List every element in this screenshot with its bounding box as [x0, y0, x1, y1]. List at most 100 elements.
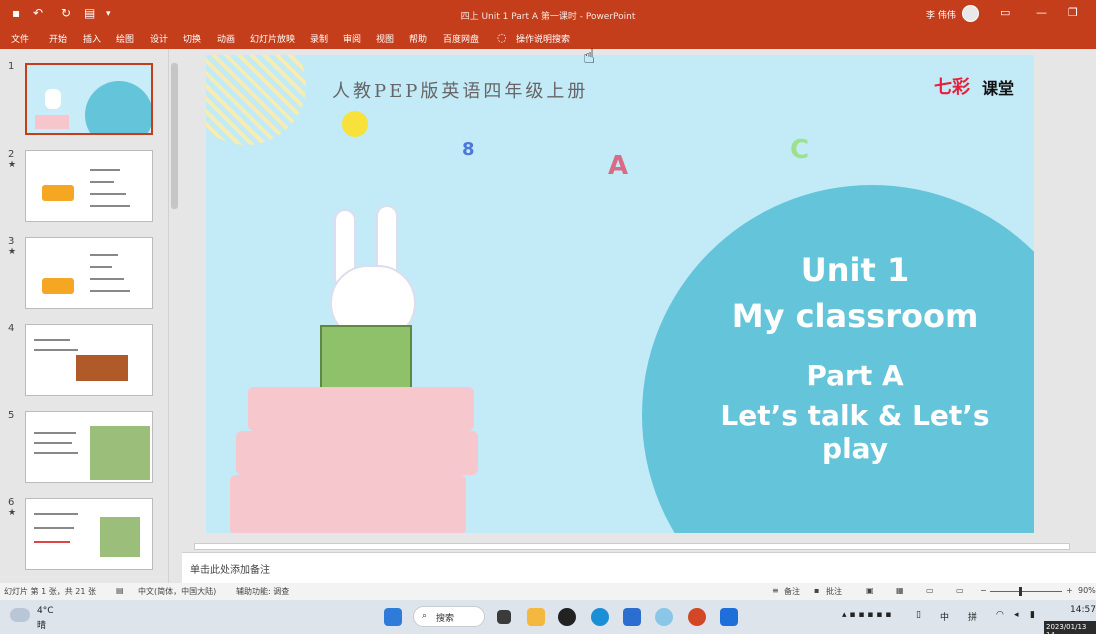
tab-baidu-netdisk[interactable]: 百度网盘 [443, 32, 479, 45]
tab-file[interactable]: 文件 [11, 32, 29, 45]
slide-thumbnail[interactable] [25, 63, 153, 135]
reading-view-icon[interactable]: ▭ [926, 586, 934, 595]
file-explorer-icon[interactable] [527, 608, 545, 626]
letter-b-decoration: 8 [462, 139, 475, 160]
comments-icon[interactable]: ▪ [814, 586, 819, 595]
wifi-icon[interactable]: ◠ [996, 610, 1004, 620]
tab-help[interactable]: 帮助 [409, 32, 427, 45]
thumbnail-scrollbar[interactable] [168, 49, 179, 583]
dell-icon[interactable] [558, 608, 576, 626]
slide-thumbnail[interactable] [25, 498, 153, 570]
sun-icon [342, 111, 368, 137]
slide-number: 1 [8, 61, 15, 72]
slide-number: 4 [8, 323, 15, 334]
brand-logo-text: 课堂 [982, 79, 1015, 98]
minimize-icon[interactable]: — [1036, 6, 1047, 19]
zoom-slider[interactable] [990, 591, 1062, 592]
animation-star: ★ [8, 508, 17, 518]
notes-toggle-button[interactable]: 备注 [784, 586, 800, 597]
search-label: 搜索 [436, 614, 455, 624]
zoom-slider-thumb[interactable] [1019, 587, 1022, 596]
mic-icon[interactable]: ▯ [916, 610, 921, 620]
tray-icons[interactable]: ▴ ▪ ▪ ▪ ▪ ▪ [842, 610, 891, 620]
powerpoint-icon[interactable] [688, 608, 706, 626]
title-bar: ▪ ↶ ↻ ▤ ▾ 四上 Unit 1 Part A 第一课时 - PowerP… [0, 0, 1096, 29]
tab-review[interactable]: 审阅 [343, 32, 361, 45]
ribbon-display-icon[interactable]: ▭ [1000, 6, 1010, 19]
slide-horizontal-scrollbar[interactable] [182, 540, 1072, 552]
zoom-out-icon[interactable]: − [980, 586, 987, 595]
notes-toggle-icon[interactable]: ≡ [772, 586, 779, 595]
slideshow-view-icon[interactable]: ▭ [956, 586, 964, 595]
slide-canvas[interactable]: 人教PEP版英语四年级上册 七彩 课堂 8 A C Unit 1 My clas… [206, 55, 1034, 533]
taskbar-search[interactable]: ⌕ 搜索 [413, 606, 485, 627]
task-view-icon[interactable] [497, 610, 511, 624]
animation-star: ★ [8, 160, 17, 170]
lesson-title: My classroom [731, 297, 979, 335]
status-bar: 幻灯片 第 1 张，共 21 张 ▤ 中文(简体，中国大陆) 辅助功能: 调查 … [0, 583, 1096, 600]
tab-record[interactable]: 录制 [310, 32, 328, 45]
brand-logo: 七彩 [934, 77, 970, 98]
letter-c-decoration: C [790, 135, 810, 165]
tab-design[interactable]: 设计 [150, 32, 168, 45]
zoom-level[interactable]: 90% [1078, 586, 1096, 595]
user-name[interactable]: 李 伟伟 [926, 8, 956, 21]
slide-thumbnail[interactable] [25, 411, 153, 483]
edge-icon[interactable] [591, 608, 609, 626]
slide-number: 3 [8, 236, 15, 247]
restore-icon[interactable]: ❐ [1068, 6, 1078, 19]
app-icon-blue[interactable] [720, 608, 738, 626]
search-icon: ⌕ [422, 611, 428, 621]
activity-title: Let’s talk & Let’s play [720, 399, 990, 465]
tab-transitions[interactable]: 切换 [183, 32, 201, 45]
weather-desc[interactable]: 晴 [37, 618, 46, 631]
windows-start-icon[interactable] [384, 608, 402, 626]
app-icon[interactable] [655, 608, 673, 626]
clock-date[interactable]: 2023/01/13 14 [1044, 621, 1096, 634]
tab-draw[interactable]: 绘图 [116, 32, 134, 45]
windows-taskbar: 4°C 晴 ⌕ 搜索 ▴ ▪ ▪ ▪ ▪ ▪ ▯ 中 拼 ◠ ◂ ▮ 14:57… [0, 600, 1096, 634]
spellcheck-icon[interactable]: ▤ [116, 586, 124, 595]
mail-icon[interactable] [623, 608, 641, 626]
tab-animations[interactable]: 动画 [217, 32, 235, 45]
notes-placeholder[interactable]: 单击此处添加备注 [190, 561, 270, 576]
slide-thumbnail[interactable] [25, 237, 153, 309]
notes-pane[interactable]: 单击此处添加备注 [182, 552, 1096, 583]
thumbnail-pane[interactable]: 1 2 ★ 3 ★ 4 5 6 ★ [0, 49, 181, 583]
tab-insert[interactable]: 插入 [83, 32, 101, 45]
slide-number: 6 [8, 497, 15, 508]
avatar[interactable] [962, 5, 979, 22]
animation-star: ★ [8, 247, 17, 257]
language-indicator[interactable]: 中文(简体，中国大陆) [138, 586, 216, 597]
hand-cursor-icon: ☝ [583, 44, 596, 68]
zoom-in-icon[interactable]: + [1066, 586, 1073, 595]
slide-vertical-scrollbar[interactable] [1072, 49, 1086, 540]
ribbon-tabs: 文件 开始 插入 绘图 设计 切换 动画 幻灯片放映 录制 审阅 视图 帮助 百… [0, 29, 1096, 49]
normal-view-icon[interactable]: ▣ [866, 586, 874, 595]
part-title: Part A [806, 359, 904, 392]
ime-mode-zh[interactable]: 中 [940, 610, 949, 623]
tab-slideshow[interactable]: 幻灯片放映 [250, 32, 295, 45]
weather-icon[interactable] [10, 608, 30, 622]
tab-home[interactable]: 开始 [49, 32, 67, 45]
tell-me-search[interactable]: 操作说明搜索 [516, 32, 570, 45]
tab-view[interactable]: 视图 [376, 32, 394, 45]
comments-button[interactable]: 批注 [826, 586, 842, 597]
slide-sorter-icon[interactable]: ▦ [896, 586, 904, 595]
letter-a-decoration: A [608, 151, 629, 181]
slide-editor[interactable]: 人教PEP版英语四年级上册 七彩 课堂 8 A C Unit 1 My clas… [182, 49, 1096, 540]
accessibility-status[interactable]: 辅助功能: 调查 [236, 586, 289, 597]
clock-time[interactable]: 14:57 [1070, 605, 1096, 615]
weather-temp[interactable]: 4°C [37, 606, 54, 616]
slide-thumbnail[interactable] [25, 324, 153, 396]
lightbulb-icon: ◌ [497, 31, 507, 44]
slide-number: 5 [8, 410, 15, 421]
battery-icon[interactable]: ▮ [1030, 610, 1035, 620]
decorative-pattern [206, 55, 306, 145]
volume-icon[interactable]: ◂ [1014, 610, 1019, 620]
slide-counter: 幻灯片 第 1 张，共 21 张 [4, 587, 96, 596]
slide-subtitle: 人教PEP版英语四年级上册 [332, 81, 589, 102]
ime-pinyin[interactable]: 拼 [968, 610, 977, 623]
slide-number: 2 [8, 149, 15, 160]
slide-thumbnail[interactable] [25, 150, 153, 222]
